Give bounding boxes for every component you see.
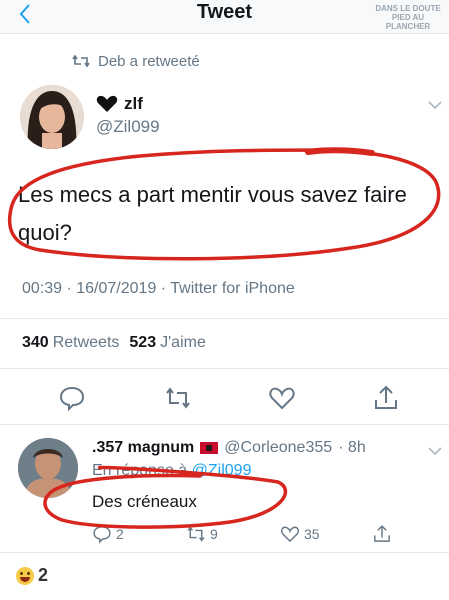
black-heart-emoji	[96, 95, 118, 112]
retweets-stat[interactable]: 340 Retweets	[22, 334, 119, 352]
reply-time: · 8h	[338, 439, 366, 456]
like-icon	[280, 526, 300, 543]
reply-context: En réponse à @Zil099	[92, 462, 252, 479]
author-name-row[interactable]: zlf	[96, 94, 143, 114]
like-icon[interactable]	[268, 384, 296, 412]
share-icon	[374, 525, 390, 542]
reply-avatar-photo	[18, 438, 78, 498]
reply-action-bar: 2 9 35	[90, 524, 420, 548]
author-handle[interactable]: @Zil099	[96, 117, 160, 137]
reply-to-mention[interactable]: @Zil099	[192, 462, 252, 479]
reply-icon[interactable]	[58, 384, 86, 412]
reaction-count[interactable]: 2	[16, 565, 48, 586]
avatar[interactable]	[20, 85, 84, 149]
reply-like-button[interactable]: 35	[280, 524, 320, 544]
tweet-text: Les mecs a part mentir vous savez faire …	[18, 182, 407, 245]
likes-stat[interactable]: 523 J'aime	[129, 334, 205, 352]
retweet-icon[interactable]	[164, 384, 192, 412]
tweet-meta: 00:39 · 16/07/2019 · Twitter for iPhone	[22, 280, 295, 297]
retweeted-by[interactable]: Deb a retweeté	[72, 51, 200, 71]
watermark: DANS LE DOUTE PIED AU PLANCHER	[375, 4, 441, 31]
reply-avatar[interactable]	[18, 438, 78, 498]
retweeted-by-label: Deb a retweeté	[98, 52, 200, 70]
divider	[0, 368, 449, 369]
reply-reply-button[interactable]: 2	[92, 524, 124, 544]
top-bar: Tweet DANS LE DOUTE PIED AU PLANCHER	[0, 0, 449, 34]
divider	[0, 424, 449, 425]
retweet-icon	[72, 54, 90, 68]
flag-icon	[200, 442, 219, 454]
share-icon[interactable]	[372, 384, 400, 412]
caret-down-icon[interactable]	[428, 446, 442, 456]
caret-down-icon[interactable]	[428, 100, 442, 110]
reply-text: Des créneaux	[92, 492, 197, 511]
reply-author-name: .357 magnum	[92, 439, 195, 456]
reply-retweet-button[interactable]: 9	[186, 524, 218, 544]
reply-share-button[interactable]	[372, 524, 392, 544]
reaction-footer: 2	[0, 552, 449, 600]
tweet-stats: 340 Retweets 523 J'aime	[22, 334, 206, 352]
divider	[0, 318, 449, 319]
author-name: zlf	[124, 94, 143, 113]
retweet-icon	[187, 526, 205, 542]
reply-author-row[interactable]: .357 magnum @Corleone355 · 8h	[92, 439, 366, 457]
avatar-photo	[20, 85, 84, 149]
laughing-emoji	[16, 566, 34, 585]
reply-author-handle: @Corleone355	[224, 439, 333, 456]
reply-icon	[93, 526, 111, 544]
